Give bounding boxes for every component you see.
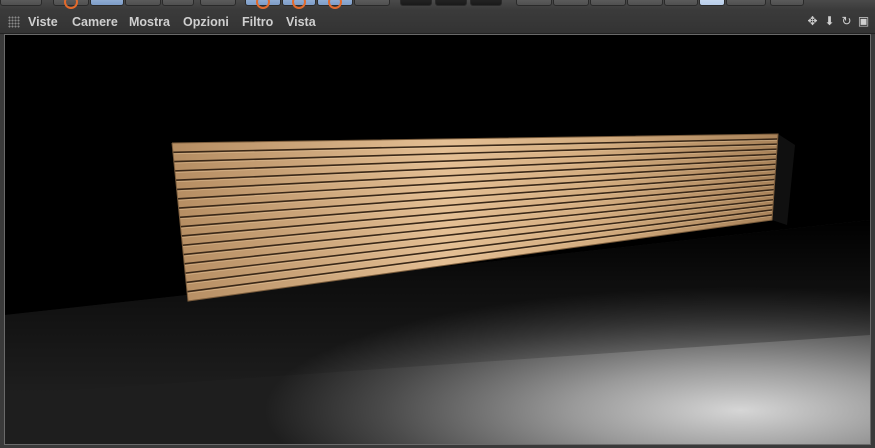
rotate-view-icon[interactable]: ↻ [840, 15, 853, 28]
live-select-button[interactable] [125, 0, 161, 6]
viewport-render [5, 35, 870, 444]
scale-button[interactable] [200, 0, 236, 6]
3d-viewport[interactable] [4, 34, 871, 445]
dolly-view-icon[interactable]: ⬇ [823, 15, 836, 28]
record-icon [328, 0, 342, 9]
render-region-icon [64, 0, 78, 9]
viewport-menu-bar: Viste Camere Mostra Opzioni Filtro Vista… [0, 9, 875, 34]
tag-button[interactable] [726, 0, 766, 6]
floor-button[interactable] [553, 0, 589, 6]
record-button[interactable] [317, 0, 353, 9]
deformer-button[interactable] [470, 0, 502, 6]
render-region-button[interactable] [53, 0, 89, 9]
undo-button[interactable] [0, 0, 42, 6]
menu-camere[interactable]: Camere [72, 15, 118, 29]
bulb-button[interactable] [770, 0, 804, 6]
keyframe-button[interactable] [354, 0, 390, 6]
grip-handle-icon[interactable] [8, 16, 20, 28]
play-icon [292, 0, 306, 9]
menu-vista[interactable]: Vista [286, 15, 316, 29]
light-button[interactable] [435, 0, 467, 6]
camera-button[interactable] [400, 0, 432, 6]
spline-button[interactable] [590, 0, 626, 6]
rotate-icon [256, 0, 270, 9]
menu-mostra[interactable]: Mostra [129, 15, 170, 29]
play-button[interactable] [282, 0, 316, 9]
toggle-layout-icon[interactable]: ▣ [857, 15, 870, 28]
environment-button[interactable] [664, 0, 698, 6]
menu-viste[interactable]: Viste [28, 15, 58, 29]
menu-filtro[interactable]: Filtro [242, 15, 273, 29]
move-button[interactable] [162, 0, 194, 6]
main-toolbar [0, 0, 875, 9]
generator-button[interactable] [627, 0, 663, 6]
rotate-button[interactable] [245, 0, 281, 9]
move-view-icon[interactable]: ✥ [806, 15, 819, 28]
render-button[interactable] [90, 0, 124, 6]
sky-button[interactable] [516, 0, 552, 6]
scene-button[interactable] [699, 0, 725, 6]
menu-opzioni[interactable]: Opzioni [183, 15, 229, 29]
